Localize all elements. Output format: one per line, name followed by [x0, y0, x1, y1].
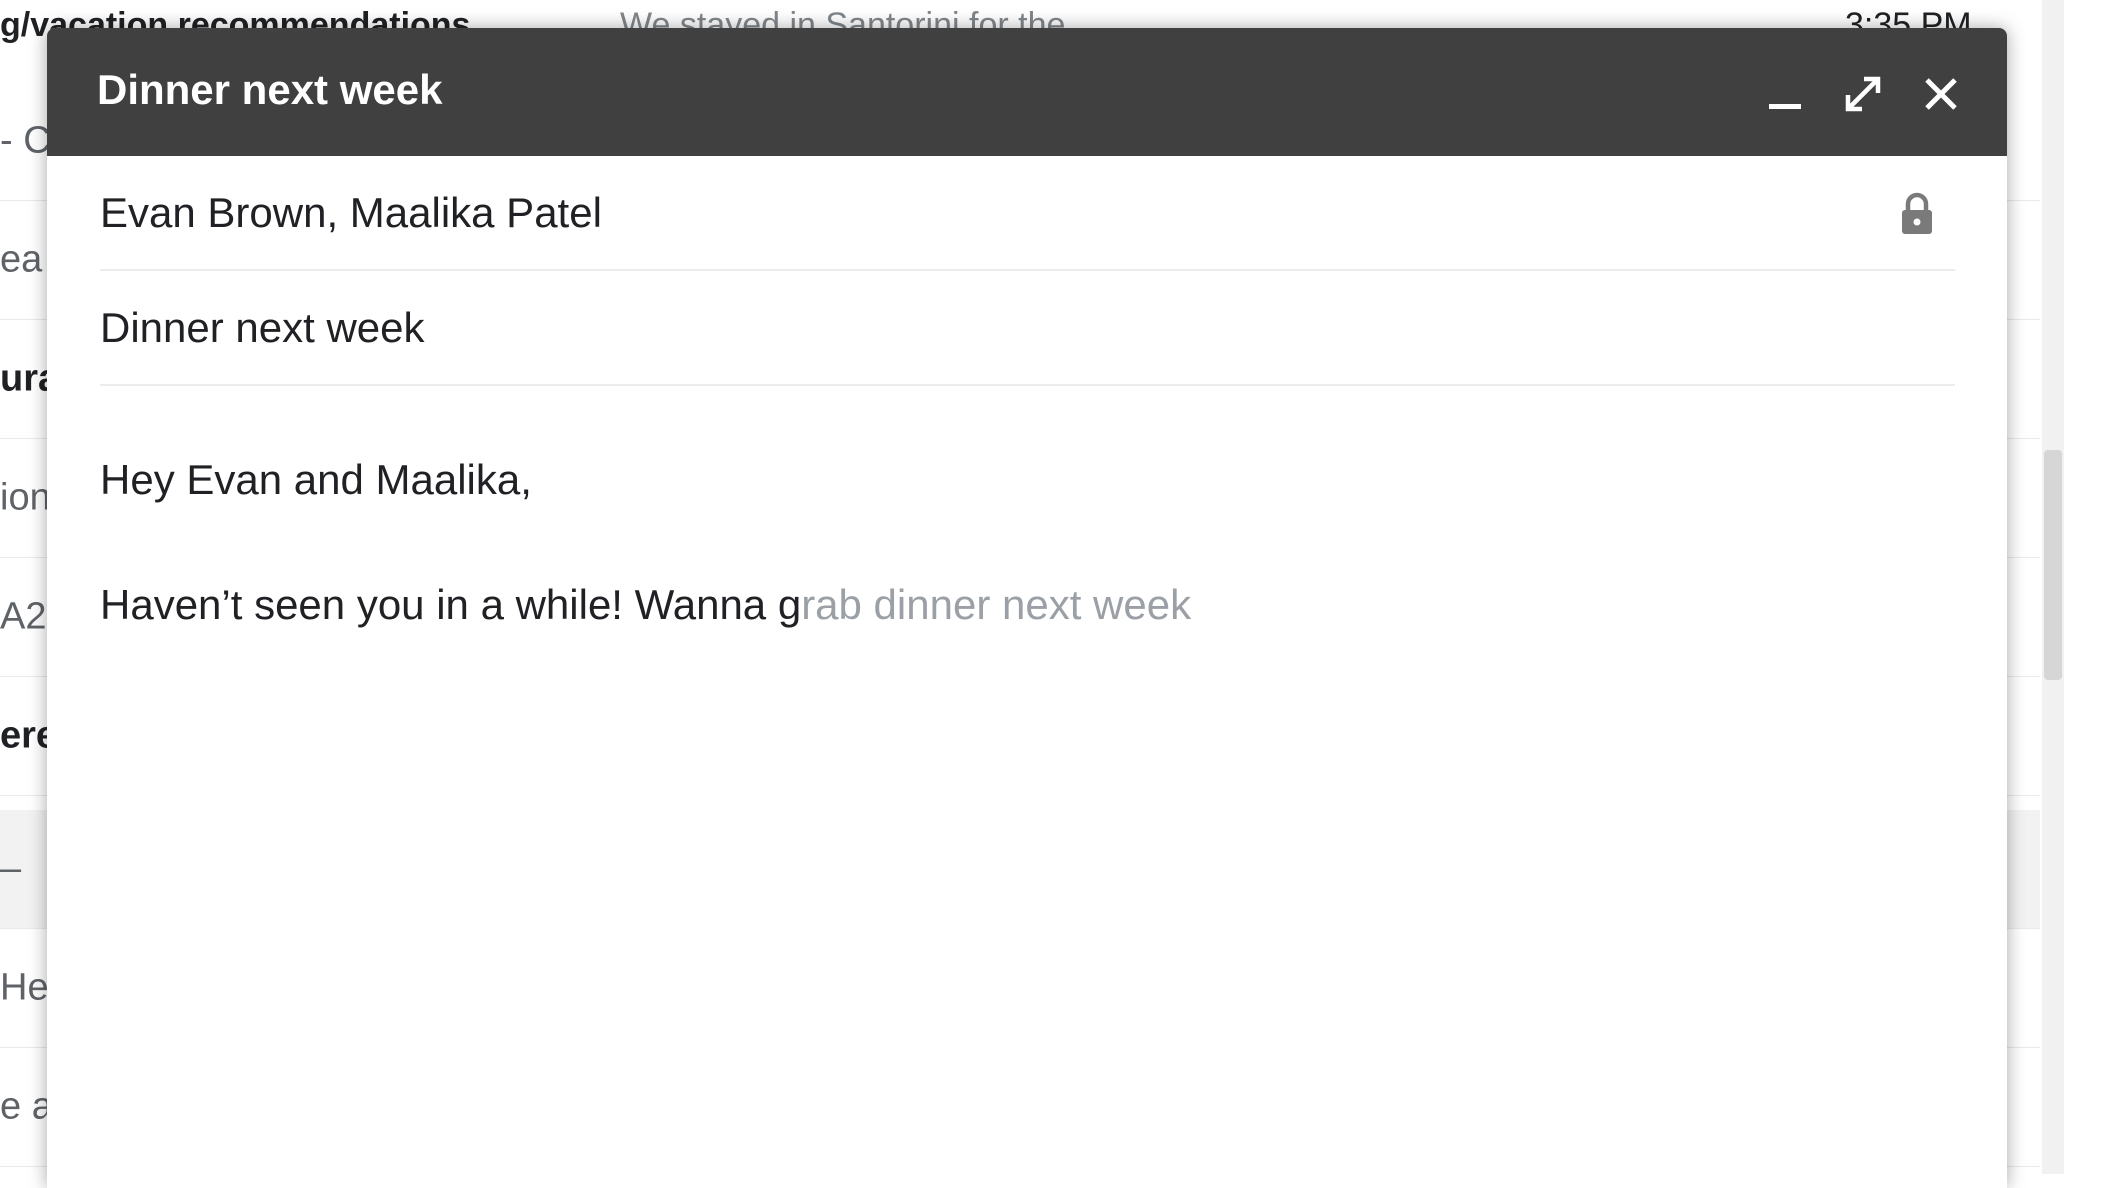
inbox-row-fragment: –: [0, 847, 22, 890]
close-button[interactable]: [1913, 66, 1969, 122]
subject-field[interactable]: Dinner next week: [100, 271, 1955, 386]
inbox-row-fragment: - C: [0, 119, 51, 162]
inbox-row-fragment: ea: [0, 238, 43, 281]
inbox-row-fragment: A2: [0, 595, 47, 638]
expand-icon: [1845, 76, 1881, 112]
recipients-value: Evan Brown, Maalika Patel: [100, 188, 602, 236]
close-icon: [1925, 78, 1957, 110]
compose-header[interactable]: Dinner next week: [47, 28, 2007, 156]
inbox-row-fragment: He: [0, 966, 49, 1009]
body-greeting: Hey Evan and Maalika,: [100, 456, 532, 503]
subject-value: Dinner next week: [100, 303, 425, 351]
compose-window: Dinner next week Evan Brown, Maalika Pat…: [47, 28, 2007, 1188]
compose-title: Dinner next week: [97, 66, 443, 113]
body-line: Haven’t seen you in a while! Wanna grab …: [100, 581, 1191, 629]
body-typed-text: Haven’t seen you in a while! Wanna g: [100, 581, 802, 628]
inbox-row-fragment: ion: [0, 476, 51, 519]
lock-icon[interactable]: [1897, 192, 1937, 236]
expand-button[interactable]: [1835, 66, 1891, 122]
minimize-button[interactable]: [1757, 66, 1813, 122]
smart-compose-suggestion[interactable]: rab dinner next week: [801, 581, 1191, 628]
minimize-icon: [1769, 104, 1801, 109]
inbox-row-fragment: e a: [0, 1085, 53, 1128]
recipients-field[interactable]: Evan Brown, Maalika Patel: [100, 156, 1955, 271]
message-body[interactable]: Hey Evan and Maalika, Haven’t seen you i…: [100, 408, 1955, 1168]
scrollbar-thumb[interactable]: [2044, 450, 2062, 680]
